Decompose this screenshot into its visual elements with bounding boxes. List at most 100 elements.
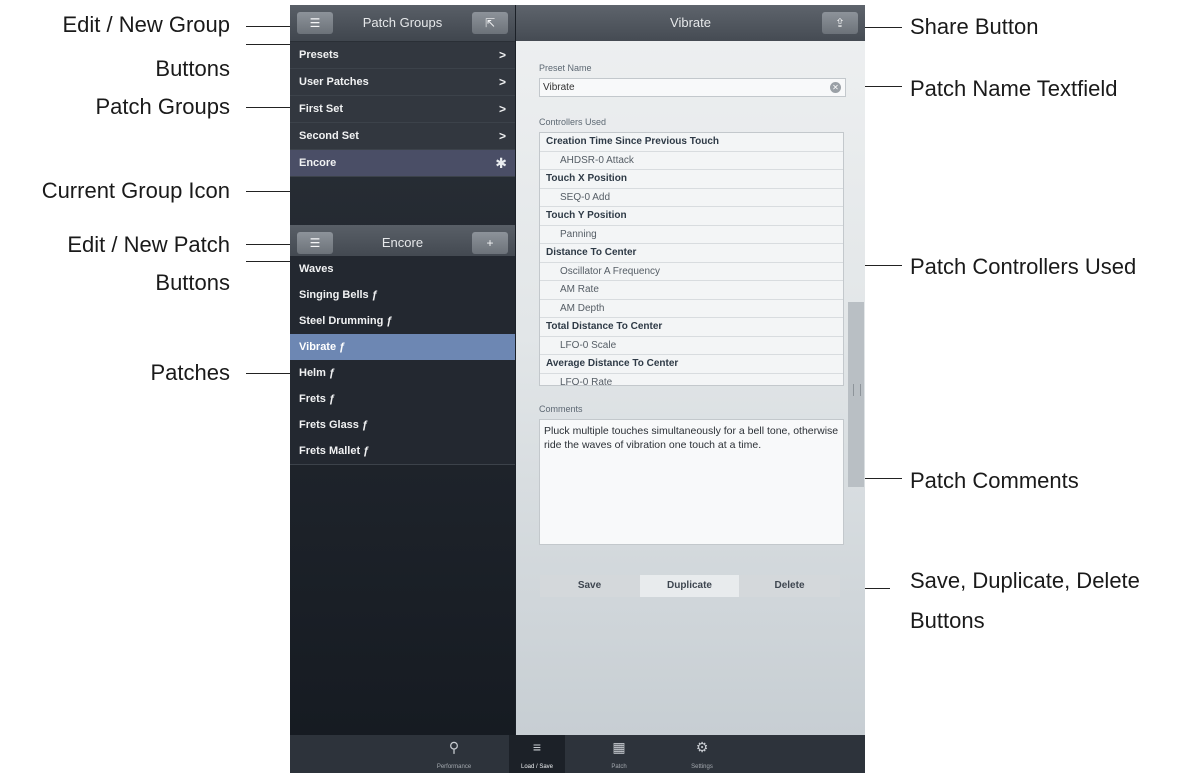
callout-patch-controllers-used: Patch Controllers Used: [910, 254, 1137, 279]
patch-row[interactable]: Frets Glass ƒ: [290, 412, 515, 439]
tab-patch[interactable]: ▦ Patch: [591, 735, 647, 773]
patch-groups-header: ☰ Patch Groups ⇱: [290, 5, 515, 42]
group-label: Encore: [299, 157, 337, 169]
callout-edit-new-group: Edit / New Group: [62, 12, 230, 37]
chevron-right-icon: >: [498, 48, 506, 62]
patch-label: Frets Mallet ƒ: [299, 445, 370, 457]
patch-row[interactable]: Waves: [290, 256, 515, 283]
patch-label: Steel Drumming ƒ: [299, 315, 393, 327]
controller-source[interactable]: Distance To Center: [540, 244, 843, 263]
patch-name-textfield[interactable]: Vibrate ✕: [539, 78, 846, 97]
patch-detail-panel: Vibrate ⇪ Preset Name Vibrate ✕ Controll…: [516, 5, 865, 735]
callout-line-edit-group: [246, 26, 296, 27]
action-buttons: Save Duplicate Delete: [540, 575, 840, 597]
share-button[interactable]: ⇪: [822, 12, 858, 34]
group-label: Presets: [299, 49, 339, 61]
patch-row[interactable]: Frets Mallet ƒ: [290, 438, 515, 465]
patch-label: Singing Bells ƒ: [299, 289, 378, 301]
patch-label: Frets ƒ: [299, 393, 336, 405]
controller-source[interactable]: Average Distance To Center: [540, 355, 843, 374]
scrollbar[interactable]: [848, 302, 864, 487]
tab-load-save[interactable]: ≡ Load / Save: [509, 735, 565, 773]
preset-name-label: Preset Name: [539, 63, 592, 73]
group-label: Second Set: [299, 130, 359, 142]
callout-line-patches: [246, 373, 296, 374]
clear-text-icon[interactable]: ✕: [830, 82, 841, 93]
controller-target[interactable]: LFO-0 Rate: [540, 374, 843, 386]
patch-grid-icon: ▦: [612, 739, 626, 755]
patch-name-value: Vibrate: [543, 82, 575, 93]
tab-label: Patch: [611, 764, 627, 770]
group-row-user-patches[interactable]: User Patches >: [290, 69, 515, 96]
new-group-button[interactable]: ⇱: [472, 12, 508, 34]
group-label: User Patches: [299, 76, 369, 88]
chevron-right-icon: >: [498, 102, 506, 116]
controller-target[interactable]: Oscillator A Frequency: [540, 263, 843, 281]
controller-target[interactable]: AM Rate: [540, 281, 843, 300]
save-button[interactable]: Save: [540, 575, 639, 597]
controller-target[interactable]: LFO-0 Scale: [540, 337, 843, 355]
callout-patches: Patches: [150, 360, 231, 385]
callout-current-group-icon: Current Group Icon: [41, 178, 230, 203]
callout-edit-new-patch: Edit / New Patch: [67, 232, 230, 257]
patch-label: Frets Glass ƒ: [299, 419, 369, 431]
patch-row[interactable]: Steel Drumming ƒ: [290, 308, 515, 335]
tab-performance[interactable]: ⚲ Performance: [426, 735, 482, 773]
tab-label: Settings: [691, 764, 713, 770]
callout-edit-new-patch-buttons: Buttons: [155, 270, 230, 295]
tab-bar: ⚲ Performance ≡ Load / Save ▦ Patch ⚙ Se…: [290, 735, 865, 773]
patch-row[interactable]: Frets ƒ: [290, 386, 515, 413]
controllers-used-list[interactable]: Creation Time Since Previous Touch AHDSR-…: [539, 132, 844, 386]
performance-icon: ⚲: [448, 739, 460, 755]
patch-label: Waves: [299, 263, 334, 275]
new-patch-button[interactable]: +: [472, 232, 508, 254]
callout-line-edit-patch: [246, 244, 296, 245]
group-label: First Set: [299, 103, 344, 115]
controller-target[interactable]: SEQ-0 Add: [540, 189, 843, 207]
callout-patch-name-textfield: Patch Name Textfield: [910, 76, 1118, 101]
controller-target[interactable]: AHDSR-0 Attack: [540, 152, 843, 170]
patch-row-selected[interactable]: Vibrate ƒ: [290, 334, 515, 361]
comments-label: Comments: [539, 404, 583, 414]
controller-source[interactable]: Total Distance To Center: [540, 318, 843, 337]
patch-row[interactable]: Helm ƒ: [290, 360, 515, 387]
group-row-presets[interactable]: Presets >: [290, 42, 515, 69]
callout-save-dup-delete-buttons: Buttons: [910, 608, 985, 633]
controller-target[interactable]: AM Depth: [540, 300, 843, 318]
callout-patch-comments: Patch Comments: [910, 468, 1079, 493]
group-row-second-set[interactable]: Second Set >: [290, 123, 515, 150]
patch-row[interactable]: Singing Bells ƒ: [290, 282, 515, 309]
chevron-right-icon: >: [498, 129, 506, 143]
group-row-first-set[interactable]: First Set >: [290, 96, 515, 123]
delete-button[interactable]: Delete: [740, 575, 839, 597]
left-panel: ☰ Patch Groups ⇱ Presets > User Patches …: [290, 5, 515, 735]
callout-patch-groups: Patch Groups: [95, 94, 230, 119]
tab-label: Performance: [436, 764, 472, 770]
detail-title: Vibrate: [670, 15, 711, 30]
comments-textarea[interactable]: Pluck multiple touches simultaneously fo…: [539, 419, 844, 545]
chevron-right-icon: >: [498, 75, 506, 89]
patch-label: Vibrate ƒ: [299, 341, 346, 353]
tab-label: Load / Save: [520, 764, 554, 770]
group-row-encore[interactable]: Encore ✱: [290, 150, 515, 177]
load-save-icon: ≡: [532, 739, 542, 755]
controller-source[interactable]: Touch Y Position: [540, 207, 843, 226]
current-group-icon: ✱: [495, 155, 507, 171]
plus-icon: +: [486, 236, 494, 250]
controller-target[interactable]: Panning: [540, 226, 843, 244]
tab-settings[interactable]: ⚙ Settings: [674, 735, 730, 773]
scroll-grip-icon: [853, 384, 861, 396]
patch-label: Helm ƒ: [299, 367, 336, 379]
share-icon: ⇪: [834, 16, 846, 30]
controller-source[interactable]: Creation Time Since Previous Touch: [540, 133, 843, 152]
controllers-used-label: Controllers Used: [539, 117, 607, 127]
controller-source[interactable]: Touch X Position: [540, 170, 843, 189]
callout-share-button: Share Button: [910, 14, 1039, 39]
duplicate-button[interactable]: Duplicate: [640, 575, 739, 597]
gear-icon: ⚙: [695, 739, 709, 755]
detail-header: Vibrate ⇪: [516, 5, 865, 41]
callout-edit-new-group-buttons: Buttons: [155, 56, 230, 81]
app-screen: ☰ Patch Groups ⇱ Presets > User Patches …: [290, 5, 865, 773]
callout-save-dup-delete: Save, Duplicate, Delete: [910, 568, 1140, 593]
new-group-icon: ⇱: [484, 16, 496, 30]
